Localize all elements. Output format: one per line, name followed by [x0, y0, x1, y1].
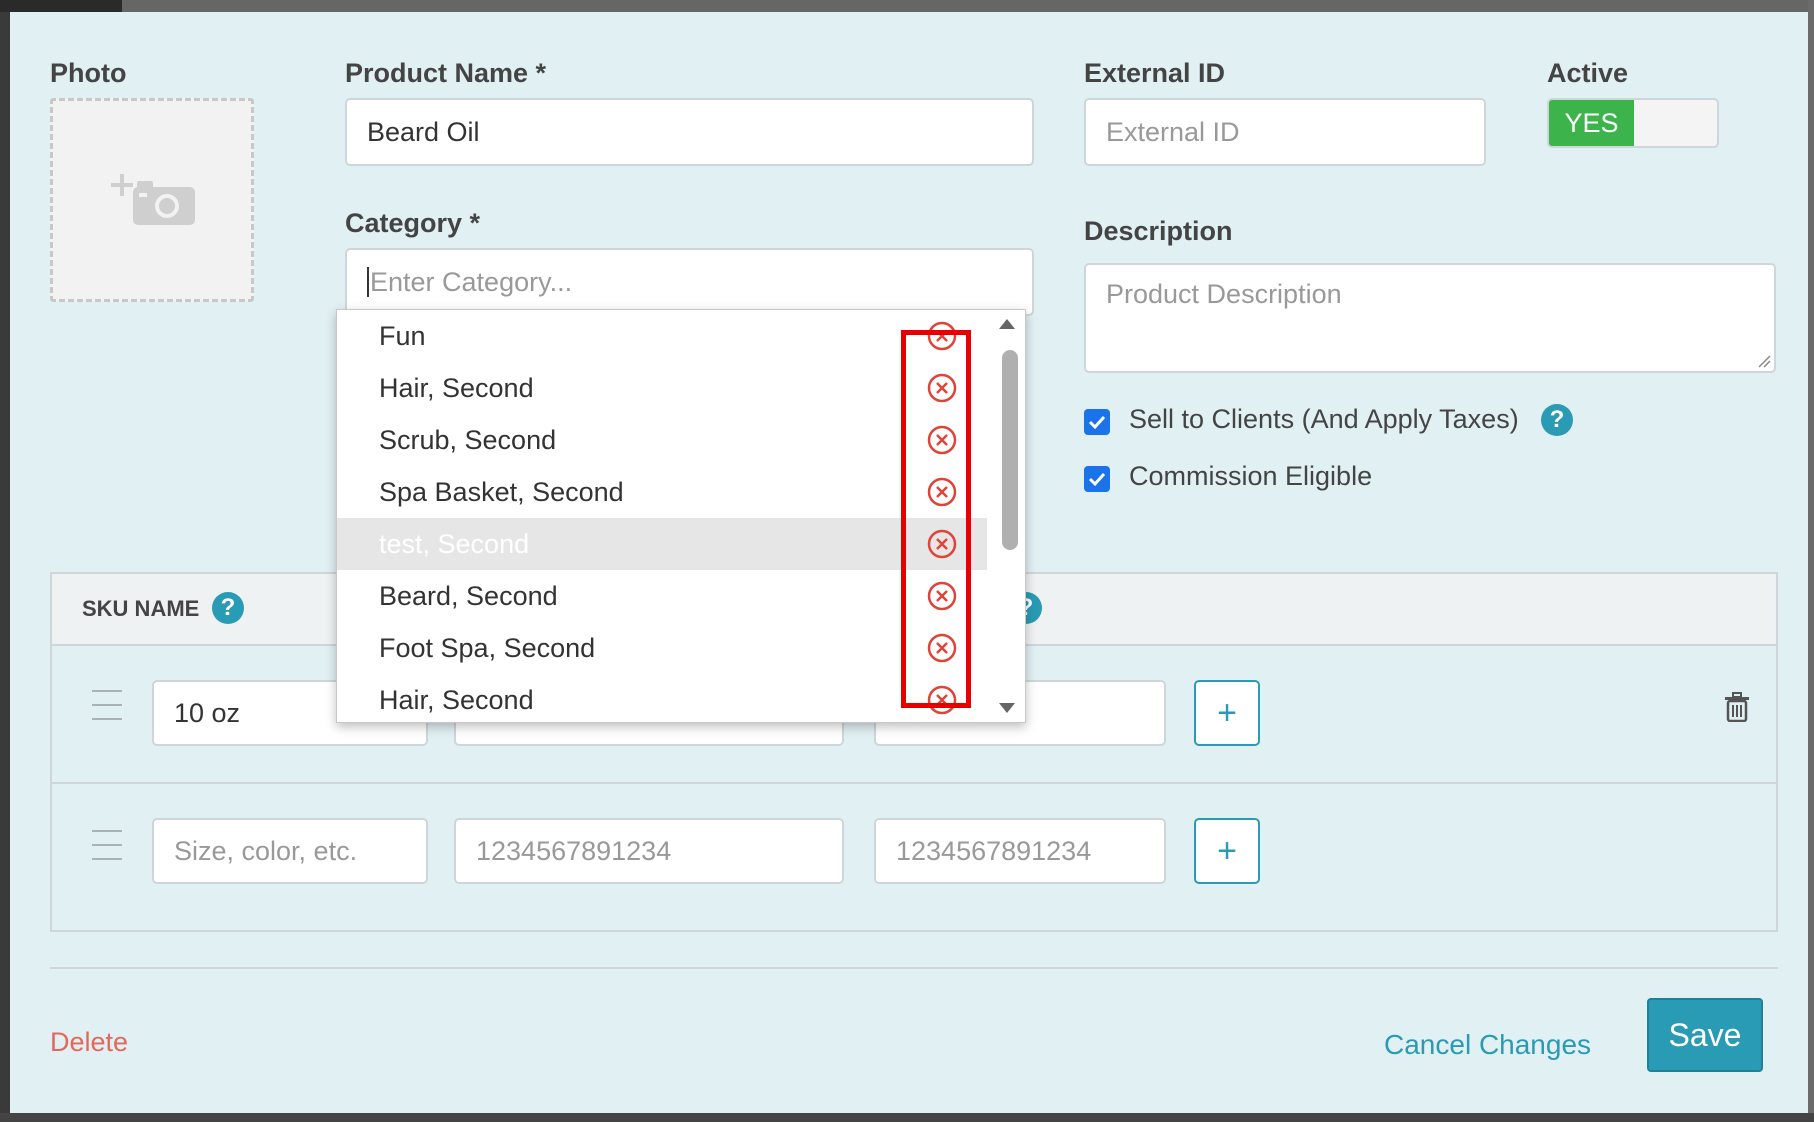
- sku-name-header: SKU NAME: [82, 596, 200, 621]
- category-label: Category *: [345, 208, 481, 238]
- photo-upload[interactable]: [50, 98, 254, 302]
- help-icon[interactable]: ?: [1541, 404, 1573, 436]
- delete-link[interactable]: Delete: [50, 1027, 128, 1058]
- commission-eligible-checkbox[interactable]: [1084, 466, 1110, 492]
- dropdown-item-label: Beard, Second: [379, 580, 558, 611]
- sell-to-clients-checkbox[interactable]: [1084, 409, 1110, 435]
- price-input[interactable]: 1234567891234: [874, 818, 1166, 884]
- dropdown-item-label: Fun: [379, 320, 426, 351]
- dropdown-item-label: Hair, Second: [379, 684, 534, 715]
- dropdown-item[interactable]: Beard, Second: [337, 570, 987, 622]
- active-label: Active: [1547, 58, 1629, 88]
- external-id-placeholder: External ID: [1106, 116, 1240, 147]
- footer-divider: [50, 967, 1778, 969]
- barcode-placeholder: 1234567891234: [476, 835, 672, 866]
- active-toggle[interactable]: YES: [1547, 98, 1719, 148]
- dropdown-item[interactable]: Hair, Second: [337, 674, 987, 722]
- save-button[interactable]: Save: [1647, 998, 1763, 1072]
- trash-icon[interactable]: [1724, 692, 1750, 722]
- add-photo-icon: [111, 174, 195, 225]
- add-sku-button[interactable]: +: [1194, 818, 1260, 884]
- price-placeholder: 1234567891234: [896, 835, 1092, 866]
- sku-name-value: 10 oz: [174, 697, 241, 728]
- scroll-up-icon[interactable]: [998, 318, 1016, 330]
- dropdown-item[interactable]: Scrub, Second: [337, 414, 987, 466]
- cancel-changes-link[interactable]: Cancel Changes: [1384, 1029, 1591, 1061]
- sku-name-input[interactable]: Size, color, etc.: [152, 818, 428, 884]
- barcode-input[interactable]: 1234567891234: [454, 818, 844, 884]
- description-textarea[interactable]: Product Description: [1084, 263, 1776, 373]
- dropdown-item-label: Hair, Second: [379, 372, 534, 403]
- external-id-label: External ID: [1084, 58, 1226, 88]
- background-right-edge: [1808, 0, 1814, 1122]
- table-row: Size, color, etc. 1234567891234 12345678…: [52, 784, 1776, 922]
- commission-eligible-label: Commission Eligible: [1129, 461, 1373, 491]
- add-sku-button[interactable]: +: [1194, 680, 1260, 746]
- sell-to-clients-label: Sell to Clients (And Apply Taxes): [1129, 404, 1519, 434]
- checkmark-icon: [1088, 472, 1106, 486]
- sku-name-placeholder: Size, color, etc.: [174, 835, 358, 866]
- dropdown-item-label: Foot Spa, Second: [379, 632, 596, 663]
- resize-handle-icon[interactable]: [1757, 354, 1771, 368]
- description-label: Description: [1084, 216, 1233, 246]
- drag-handle-icon[interactable]: [92, 690, 122, 732]
- checkmark-icon: [1088, 415, 1106, 429]
- category-placeholder: Enter Category...: [370, 266, 573, 297]
- dropdown-item-label: test, Second: [379, 528, 530, 559]
- text-cursor: [367, 267, 369, 297]
- external-id-input[interactable]: External ID: [1084, 98, 1486, 166]
- product-name-label: Product Name *: [345, 58, 547, 88]
- photo-label: Photo: [50, 58, 127, 88]
- background-strip: [0, 0, 1814, 12]
- product-name-input[interactable]: Beard Oil: [345, 98, 1034, 166]
- dropdown-item[interactable]: Fun: [337, 310, 987, 362]
- drag-handle-icon[interactable]: [92, 830, 122, 872]
- scroll-down-icon[interactable]: [998, 702, 1016, 714]
- background-left-edge: [0, 12, 10, 1122]
- highlight-annotation-box: [901, 330, 971, 708]
- scrollbar-thumb[interactable]: [1002, 350, 1018, 550]
- product-name-value: Beard Oil: [367, 116, 480, 147]
- dropdown-item-highlighted[interactable]: test, Second: [337, 518, 987, 570]
- dropdown-item[interactable]: Foot Spa, Second: [337, 622, 987, 674]
- dropdown-item-label: Spa Basket, Second: [379, 476, 624, 507]
- dropdown-item-label: Scrub, Second: [379, 424, 557, 455]
- dropdown-item[interactable]: Spa Basket, Second: [337, 466, 987, 518]
- help-icon[interactable]: ?: [212, 592, 244, 624]
- active-toggle-on: YES: [1549, 100, 1634, 146]
- description-placeholder: Product Description: [1106, 279, 1342, 309]
- dropdown-item[interactable]: Hair, Second: [337, 362, 987, 414]
- category-input[interactable]: Enter Category...: [345, 248, 1034, 316]
- background-dark-block: [0, 0, 122, 12]
- background-bottom-edge: [0, 1113, 1814, 1122]
